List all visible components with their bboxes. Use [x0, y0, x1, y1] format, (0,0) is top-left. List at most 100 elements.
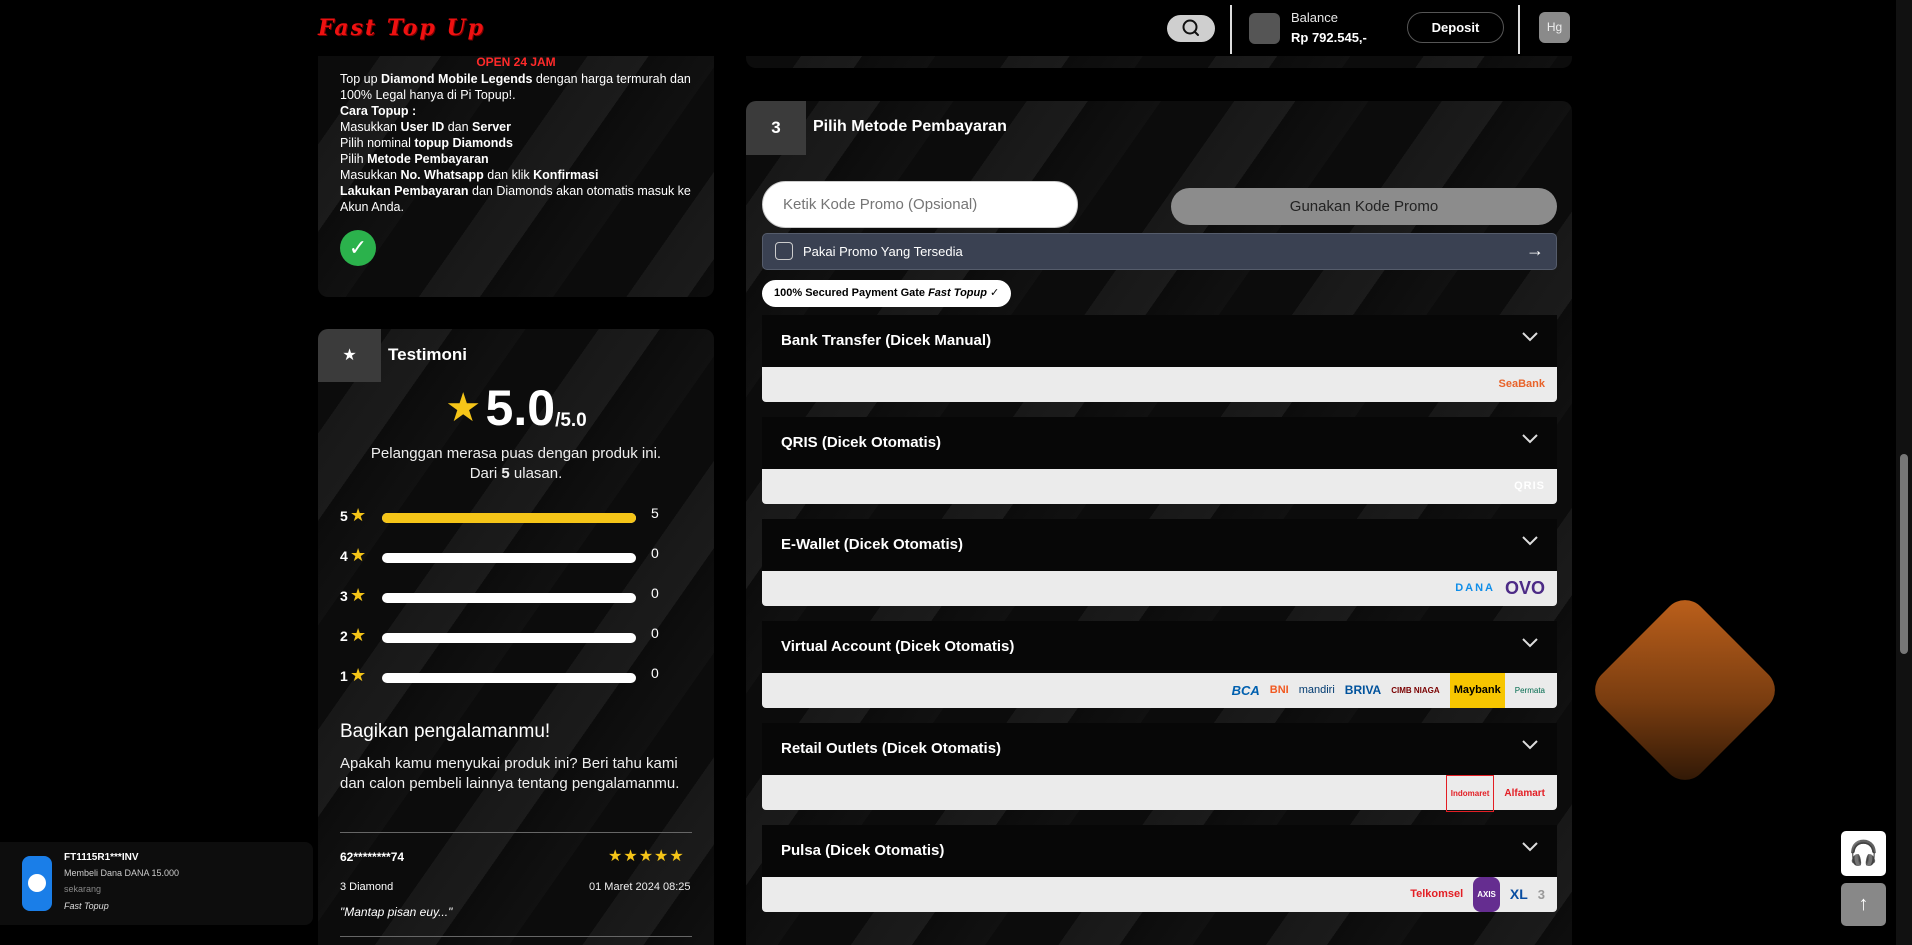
chevron-down-icon[interactable] — [1521, 837, 1539, 860]
step-number: 3 — [746, 101, 806, 155]
secure-text: 100% Secured Payment Gate — [774, 287, 929, 299]
payment-logos: Indomaret Alfamart — [762, 775, 1557, 812]
user-avatar[interactable]: Hg — [1539, 12, 1570, 43]
rating-max: /5.0 — [555, 410, 587, 432]
rating-count: 0 — [651, 665, 659, 681]
rating-row-3: 3 ★ 0 — [340, 585, 700, 607]
review-date: 01 Maret 2024 08:25 — [589, 881, 691, 893]
review-text: "Mantap pisan euy..." — [340, 905, 453, 919]
payment-method-header[interactable]: Retail Outlets (Dicek Otomatis) — [762, 723, 1557, 775]
rating-bar — [382, 593, 636, 603]
search-button[interactable] — [1167, 15, 1215, 42]
payment-method-name: Bank Transfer (Dicek Manual) — [781, 332, 992, 349]
rating-row-1: 1 ★ 0 — [340, 665, 700, 687]
chevron-down-icon[interactable] — [1521, 735, 1539, 758]
chevron-down-icon[interactable] — [1521, 531, 1539, 554]
rating-row-4: 4 ★ 0 — [340, 545, 700, 567]
share-title: Bagikan pengalamanmu! — [340, 721, 551, 742]
site-logo[interactable]: Fast Top Up — [318, 15, 485, 41]
review-stars: ★★★★★ — [608, 848, 685, 865]
payment-logo: BCA — [1231, 683, 1260, 699]
payment-method-header[interactable]: E-Wallet (Dicek Otomatis) — [762, 519, 1557, 571]
star-icon: ★ — [318, 329, 381, 382]
payment-method-4[interactable]: Retail Outlets (Dicek Otomatis) Indomaret… — [762, 723, 1557, 812]
desc-text: Pilih — [340, 152, 368, 166]
star-level: 3 — [340, 588, 348, 604]
payment-logo: XL — [1509, 886, 1528, 903]
payment-method-2[interactable]: E-Wallet (Dicek Otomatis) DANA OVO — [762, 519, 1557, 606]
payment-method-1[interactable]: QRIS (Dicek Otomatis) QRIS — [762, 417, 1557, 504]
desc-bold: No. Whatsapp — [400, 168, 484, 182]
header-divider — [1518, 5, 1520, 54]
payment-logos: QRIS — [762, 469, 1557, 504]
star-icon: ★ — [445, 386, 482, 430]
review-item: 3 Diamond — [340, 881, 394, 893]
promo-icon — [775, 242, 793, 260]
rating-count: 0 — [651, 545, 659, 561]
rating-value: 5.0 — [485, 380, 556, 436]
payment-logo: Maybank — [1449, 673, 1505, 709]
payment-method-panel: 3 Pilih Metode Pembayaran Gunakan Kode P… — [746, 101, 1572, 945]
payment-method-header[interactable]: Virtual Account (Dicek Otomatis) — [762, 621, 1557, 673]
payment-method-name: Pulsa (Dicek Otomatis) — [781, 842, 945, 859]
rating-bar — [382, 553, 636, 563]
chevron-down-icon[interactable] — [1521, 327, 1539, 350]
payment-logos: Telkomsel AXIS XL 3 — [762, 877, 1557, 913]
star-icon: ★ — [350, 545, 367, 565]
rating-row-5: 5 ★ 5 — [340, 505, 700, 527]
desc-bold: User ID — [400, 120, 445, 134]
payment-method-name: QRIS (Dicek Otomatis) — [781, 434, 942, 451]
scrollbar-thumb[interactable] — [1900, 454, 1908, 654]
chevron-down-icon[interactable] — [1521, 429, 1539, 452]
testimoni-title: Testimoni — [388, 345, 468, 364]
page-scrollbar[interactable] — [1896, 0, 1912, 945]
payment-method-header[interactable]: Pulsa (Dicek Otomatis) — [762, 825, 1557, 877]
desc-text: Top up — [340, 72, 382, 86]
payment-method-name: Retail Outlets (Dicek Otomatis) — [781, 740, 1002, 757]
payment-method-3[interactable]: Virtual Account (Dicek Otomatis) BCA BNI ma… — [762, 621, 1557, 709]
desc-bold: Metode Pembayaran — [367, 152, 489, 166]
balance-value: Rp 792.545,- — [1291, 30, 1367, 45]
purchase-notification: FT1115R1***INV Membeli Dana DANA 15.000 … — [0, 842, 313, 925]
available-promo-label: Pakai Promo Yang Tersedia — [803, 244, 963, 259]
desc-text: Masukkan — [340, 120, 401, 134]
desc-text: Masukkan — [340, 168, 401, 182]
rating-bar — [382, 513, 636, 523]
satisfaction-summary: Pelanggan merasa puas dengan produk ini.… — [318, 444, 714, 484]
payment-logo: Telkomsel — [1410, 888, 1464, 901]
star-level: 5 — [340, 508, 348, 524]
toast-time: sekarang — [64, 884, 102, 894]
balance-avatar — [1249, 13, 1280, 44]
rating-count: 0 — [651, 625, 659, 641]
desc-text: dan — [444, 120, 473, 134]
payment-logos: DANA OVO — [762, 571, 1557, 606]
divider — [340, 832, 692, 833]
payment-method-header[interactable]: Bank Transfer (Dicek Manual) — [762, 315, 1557, 367]
star-level: 2 — [340, 628, 348, 644]
available-promo-button[interactable]: Pakai Promo Yang Tersedia → — [762, 233, 1557, 270]
payment-logo: BRIVA — [1344, 683, 1382, 698]
payment-logo: Permata — [1514, 686, 1545, 696]
payment-method-0[interactable]: Bank Transfer (Dicek Manual) SeaBank — [762, 315, 1557, 402]
chat-support-button[interactable]: 🎧 — [1841, 831, 1886, 876]
promo-code-input[interactable] — [762, 181, 1078, 228]
payment-method-header[interactable]: QRIS (Dicek Otomatis) — [762, 417, 1557, 469]
apply-promo-button[interactable]: Gunakan Kode Promo — [1171, 188, 1557, 225]
rating-count: 5 — [651, 505, 659, 521]
desc-bold: Server — [472, 120, 511, 134]
scroll-top-button[interactable]: ↑ — [1841, 883, 1886, 926]
desc-bold: Lakukan Pembayaran — [340, 184, 469, 198]
header-divider — [1230, 5, 1232, 54]
deposit-button[interactable]: Deposit — [1407, 12, 1504, 43]
review-user: 62********74 — [340, 850, 405, 864]
product-description: Top up Diamond Mobile Legends dengan har… — [340, 71, 700, 215]
search-icon — [1182, 19, 1199, 36]
summary-text: ulasan. — [509, 465, 563, 482]
payment-logo: SeaBank — [1498, 378, 1545, 391]
check-icon: ✓ — [340, 230, 376, 266]
star-icon: ★ — [350, 665, 367, 685]
chevron-down-icon[interactable] — [1521, 633, 1539, 656]
payment-method-5[interactable]: Pulsa (Dicek Otomatis) Telkomsel AXIS XL 3 — [762, 825, 1557, 913]
shield-check-icon: ✓ — [990, 287, 1000, 299]
rating-row-2: 2 ★ 0 — [340, 625, 700, 647]
